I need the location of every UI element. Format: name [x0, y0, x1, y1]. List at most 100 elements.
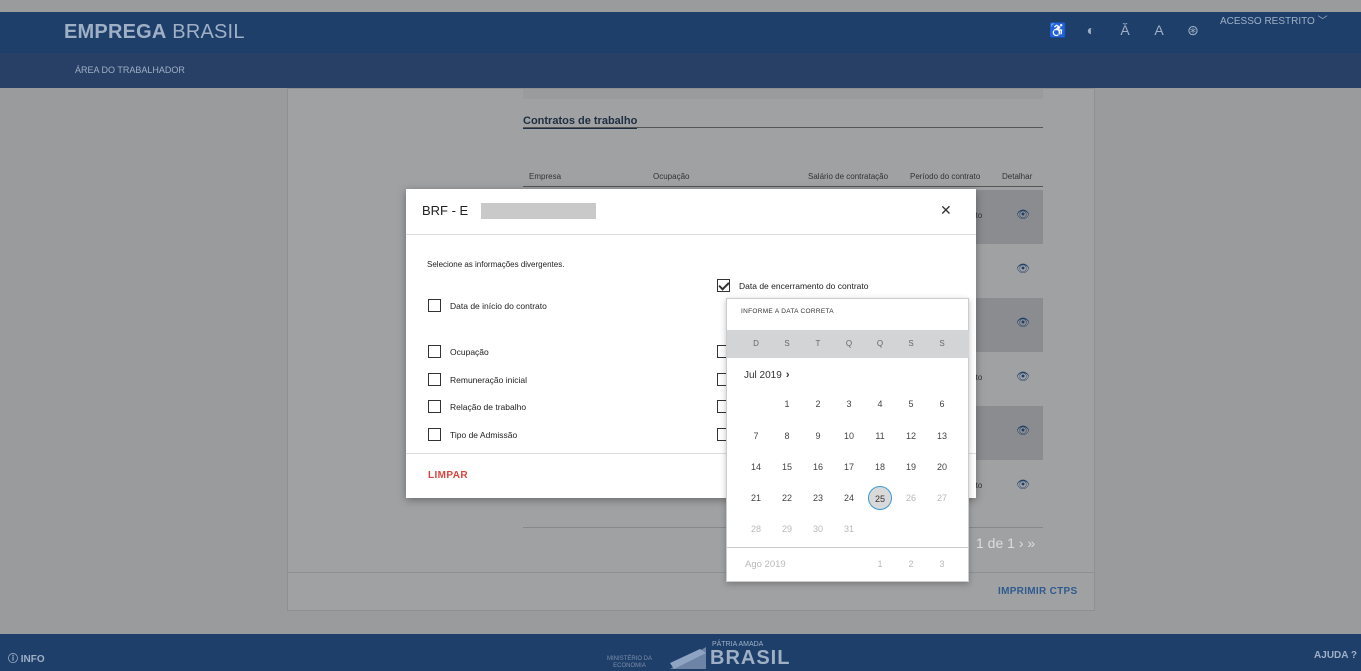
day-cell[interactable]: 1 — [775, 392, 799, 416]
info-button[interactable]: ⓘ INFO — [8, 650, 45, 665]
help-icon: ? — [1350, 650, 1357, 661]
day-cell[interactable]: 15 — [775, 455, 799, 479]
day-cell[interactable]: 8 — [775, 424, 799, 448]
eye-icon[interactable]: 👁 — [1015, 370, 1031, 386]
day-cell[interactable]: 18 — [868, 455, 892, 479]
day-cell[interactable]: 1 — [868, 552, 892, 576]
table-header: Empresa Ocupação Salário de contratação … — [523, 169, 1043, 187]
checkbox-data-inicio[interactable]: Data de início do contrato — [428, 299, 547, 312]
col-periodo: Período do contrato — [910, 172, 981, 181]
day-cell[interactable]: 14 — [744, 455, 768, 479]
section-divider — [523, 127, 1043, 128]
eye-icon[interactable]: 👁 — [1015, 424, 1031, 440]
modal-header-divider — [406, 234, 976, 235]
day-cell[interactable]: 24 — [837, 486, 861, 510]
redacted-text — [481, 203, 596, 219]
weekday-label: S — [908, 339, 914, 348]
eye-icon[interactable]: 👁 — [1015, 478, 1031, 494]
eye-icon[interactable]: 👁 — [1015, 208, 1031, 224]
footer: ⓘ INFO MINISTÉRIO DA ECONOMIA PÁTRIA AMA… — [0, 634, 1361, 671]
clear-button[interactable]: LIMPAR — [428, 470, 468, 481]
checkbox-data-encerramento[interactable]: Data de encerramento do contrato — [717, 279, 868, 292]
day-cell[interactable]: 3 — [930, 552, 954, 576]
accessibility-toolbar: ♿ ◐ Ă A ⊛ — [1049, 22, 1201, 39]
day-cell[interactable]: 11 — [868, 424, 892, 448]
day-cell[interactable]: 10 — [837, 424, 861, 448]
area-nav-bar: ÁREA DO TRABALHADOR — [0, 53, 1361, 88]
col-salario: Salário de contratação — [808, 172, 889, 181]
day-cell[interactable]: 6 — [930, 392, 954, 416]
checkbox-box-checked[interactable] — [717, 279, 730, 292]
month-label: Jul 2019 › — [744, 369, 790, 381]
previous-row — [523, 89, 1043, 99]
chevron-down-icon: ﹀ — [1317, 16, 1328, 27]
day-cell-selected[interactable]: 25 — [868, 486, 892, 510]
close-icon[interactable]: ✕ — [940, 202, 952, 219]
day-cell[interactable]: 7 — [744, 424, 768, 448]
date-picker: INFORME A DATA CORRETA D S T Q Q S S Jul… — [726, 298, 969, 582]
weekday-label: Q — [876, 339, 884, 348]
weekday-label: S — [784, 339, 790, 348]
day-cell[interactable]: 9 — [806, 424, 830, 448]
col-empresa: Empresa — [529, 172, 562, 181]
eye-icon[interactable]: 👁 — [1015, 316, 1031, 332]
day-cell[interactable]: 30 — [806, 517, 830, 541]
print-ctps-button[interactable]: IMPRIMIR CTPS — [998, 586, 1077, 597]
weekday-label: D — [753, 339, 759, 348]
day-cell[interactable]: 23 — [806, 486, 830, 510]
day-cell[interactable]: 4 — [868, 392, 892, 416]
day-cell[interactable]: 19 — [899, 455, 923, 479]
day-cell[interactable]: 17 — [837, 455, 861, 479]
checkbox-box[interactable] — [428, 373, 441, 386]
accessibility-icon[interactable]: ♿ — [1049, 22, 1066, 39]
day-cell[interactable]: 20 — [930, 455, 954, 479]
flag-icon — [670, 647, 706, 669]
checkbox-ocupacao[interactable]: Ocupação — [428, 345, 489, 358]
chevron-right-icon[interactable]: › — [786, 369, 790, 381]
modal-title: BRF - E — [422, 203, 469, 218]
card-divider — [288, 572, 1094, 573]
font-decrease-icon[interactable]: A — [1151, 22, 1167, 39]
checkbox-box[interactable] — [428, 428, 441, 441]
font-increase-icon[interactable]: Ă — [1117, 22, 1133, 39]
restricted-access-menu[interactable]: ACESSO RESTRITO ﹀ — [1220, 12, 1328, 27]
day-cell[interactable]: 5 — [899, 392, 923, 416]
eye-icon[interactable]: 👁 — [1015, 262, 1031, 278]
col-detalhar: Detalhar — [1002, 172, 1033, 181]
weekday-label: S — [939, 339, 945, 348]
day-cell[interactable]: 31 — [837, 517, 861, 541]
ministry-logo: MINISTÉRIO DA ECONOMIA — [607, 656, 653, 669]
day-cell[interactable]: 2 — [806, 392, 830, 416]
date-picker-label: INFORME A DATA CORRETA — [741, 308, 834, 315]
day-cell[interactable]: 29 — [775, 517, 799, 541]
next-month-label: Ago 2019 — [745, 559, 786, 570]
checkbox-relacao[interactable]: Relação de trabalho — [428, 400, 526, 413]
day-cell[interactable]: 3 — [837, 392, 861, 416]
weekday-header: D S T Q Q S S — [727, 330, 969, 358]
brasil-logo: BRASIL — [710, 647, 791, 669]
checkbox-box[interactable] — [428, 299, 441, 312]
day-cell[interactable]: 12 — [899, 424, 923, 448]
day-cell[interactable]: 16 — [806, 455, 830, 479]
day-cell[interactable]: 2 — [899, 552, 923, 576]
area-link[interactable]: ÁREA DO TRABALHADOR — [75, 65, 185, 75]
checkbox-box[interactable] — [428, 345, 441, 358]
day-cell[interactable]: 26 — [899, 486, 923, 510]
info-icon: ⓘ — [8, 654, 18, 665]
checkbox-box[interactable] — [428, 400, 441, 413]
brand-logo[interactable]: EMPREGA BRASIL — [64, 21, 245, 44]
user-icon[interactable]: ⊛ — [1185, 22, 1201, 39]
weekday-label: T — [815, 339, 821, 348]
checkbox-remuneracao[interactable]: Remuneração inicial — [428, 373, 527, 386]
day-cell[interactable]: 13 — [930, 424, 954, 448]
day-cell[interactable]: 22 — [775, 486, 799, 510]
day-cell[interactable]: 21 — [744, 486, 768, 510]
pagination[interactable]: 1 de 1 › » — [976, 535, 1035, 551]
checkbox-tipo-admissao[interactable]: Tipo de Admissão — [428, 428, 517, 441]
day-cell[interactable]: 28 — [744, 517, 768, 541]
day-cell[interactable]: 27 — [930, 486, 954, 510]
col-ocupacao: Ocupação — [653, 172, 690, 181]
month-divider — [727, 547, 969, 548]
contrast-icon[interactable]: ◐ — [1083, 22, 1099, 39]
help-button[interactable]: AJUDA ? — [1314, 650, 1357, 661]
